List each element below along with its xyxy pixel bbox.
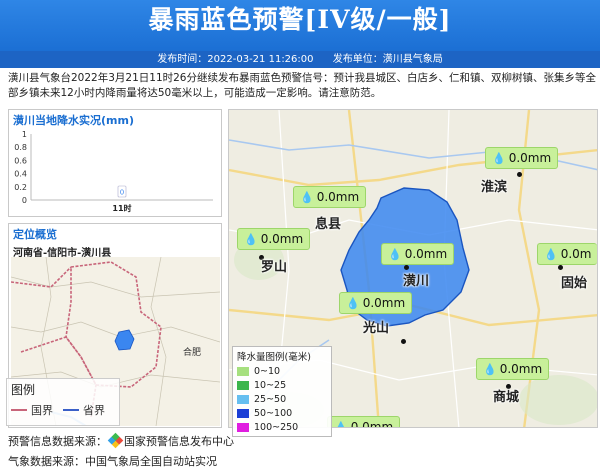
gushi-dot xyxy=(558,265,563,270)
city-guangshan: 光山 xyxy=(363,321,390,336)
scale-label: 50~100 xyxy=(254,407,293,419)
city-huaibin: 淮滨 xyxy=(481,180,508,195)
bubble-value: 0.0mm xyxy=(350,420,394,428)
provincial-border-swatch xyxy=(63,409,79,411)
swatch-50-100 xyxy=(237,408,249,418)
location-panel-title: 定位概览 xyxy=(13,228,57,241)
precip-scale-title: 降水量图例(毫米) xyxy=(237,352,311,363)
bubble-luoshan[interactable]: 💧 0.0mm xyxy=(237,228,311,250)
raindrop-icon: 💧 xyxy=(483,363,497,376)
raindrop-icon: 💧 xyxy=(544,248,558,261)
rainfall-panel: 潢川当地降水实况(mm) 0 0.2 0.4 0.6 0.8 1 0 11时 xyxy=(8,109,222,217)
warning-banner: 暴雨蓝色预警[IV级/一般] xyxy=(0,0,600,51)
swatch-0-10 xyxy=(237,366,249,376)
bubble-value: 0.0mm xyxy=(362,296,406,310)
city-luoshan: 罗山 xyxy=(261,260,288,275)
guangshan-dot xyxy=(401,339,406,344)
precip-scale-row: 50~100 xyxy=(237,406,327,420)
y-tick-label: 0.8 xyxy=(14,143,27,152)
bubble-value: 0.0mm xyxy=(260,232,304,246)
raindrop-icon: 💧 xyxy=(300,191,314,204)
bubble-xixian[interactable]: 💧 0.0mm xyxy=(293,186,367,208)
swatch-10-25 xyxy=(237,380,249,390)
data-label: 0 xyxy=(120,189,124,197)
y-tick-label: 0.2 xyxy=(14,183,27,192)
swatch-100-250 xyxy=(237,422,249,432)
city-huangchuan: 潢川 xyxy=(403,274,430,289)
bubble-value: 0.0mm xyxy=(316,190,360,204)
bubble-bottom[interactable]: 💧 0.0mm xyxy=(327,416,401,428)
city-xixian: 息县 xyxy=(315,217,342,232)
raindrop-icon: 💧 xyxy=(492,152,506,165)
y-tick-label: 0.6 xyxy=(14,156,27,165)
rainfall-chart: 0 0.2 0.4 0.6 0.8 1 0 11时 xyxy=(14,130,213,213)
raindrop-icon: 💧 xyxy=(334,421,348,428)
warning-source: 预警信息数据来源： 国家预警信息发布中心 xyxy=(8,432,234,449)
weather-source: 气象数据来源：中国气象局全国自动站实况 xyxy=(8,455,217,468)
minimap-legend: 图例 国界 省界 xyxy=(6,378,120,426)
warning-description: 潢川县气象台2022年3月21日11时26分继续发布暴雨蓝色预警信号：预计我县城… xyxy=(8,72,596,99)
y-tick-label: 0.4 xyxy=(14,170,27,179)
provincial-border-label: 省界 xyxy=(83,404,105,417)
legend-national: 国界 xyxy=(11,402,53,418)
warning-meta-bar: 发布时间：2022-03-21 11:26:00 发布单位：潢川县气象局 xyxy=(0,51,600,68)
warning-center-logo-icon xyxy=(107,432,124,449)
bubble-value: 0.0mm xyxy=(508,151,552,165)
national-border-label: 国界 xyxy=(31,404,53,417)
warning-source-value[interactable]: 国家预警信息发布中心 xyxy=(124,435,234,448)
bubble-value: 0.0m xyxy=(560,247,592,261)
rainfall-panel-title: 潢川当地降水实况(mm) xyxy=(13,114,134,127)
huaibin-dot xyxy=(517,172,522,177)
precip-scale-row: 100~250 xyxy=(237,420,327,434)
y-tick-label: 1 xyxy=(22,130,27,139)
legend-title: 图例 xyxy=(11,383,36,397)
legend-provincial: 省界 xyxy=(63,402,105,418)
precip-scale-row: 0~10 xyxy=(237,364,327,378)
bubble-gushi[interactable]: 💧 0.0m xyxy=(537,243,597,265)
bubble-value: 0.0mm xyxy=(404,247,448,261)
bubble-huangchuan[interactable]: 💧 0.0mm xyxy=(381,243,455,265)
scale-label: 0~10 xyxy=(254,365,281,377)
minimap-city-label: 合肥 xyxy=(183,348,202,358)
bubble-guangshan[interactable]: 💧 0.0mm xyxy=(339,292,413,314)
bubble-huaibin[interactable]: 💧 0.0mm xyxy=(485,147,559,169)
raindrop-icon: 💧 xyxy=(388,248,402,261)
scale-label: 100~250 xyxy=(254,421,299,433)
precip-scale-row: 10~25 xyxy=(237,378,327,392)
y-tick-label: 0 xyxy=(22,196,27,205)
x-tick-label: 11时 xyxy=(112,203,131,213)
publish-time: 发布时间：2022-03-21 11:26:00 xyxy=(157,54,314,65)
warning-title: 暴雨蓝色预警[IV级/一般] xyxy=(148,5,452,34)
bubble-value: 0.0mm xyxy=(499,362,543,376)
swatch-25-50 xyxy=(237,394,249,404)
precip-scale-legend: 降水量图例(毫米) 0~10 10~25 25~50 50~100 100~25… xyxy=(232,346,332,437)
publisher: 发布单位：潢川县气象局 xyxy=(332,54,443,65)
national-border-swatch xyxy=(11,409,27,411)
warning-source-label: 预警信息数据来源： xyxy=(8,435,107,448)
precip-scale-row: 25~50 xyxy=(237,392,327,406)
raindrop-icon: 💧 xyxy=(346,297,360,310)
city-shangcheng: 商城 xyxy=(493,390,520,405)
scale-label: 10~25 xyxy=(254,379,287,391)
city-gushi: 固始 xyxy=(561,276,588,291)
bubble-shangcheng[interactable]: 💧 0.0mm xyxy=(476,358,550,380)
raindrop-icon: 💧 xyxy=(244,233,258,246)
scale-label: 25~50 xyxy=(254,393,287,405)
